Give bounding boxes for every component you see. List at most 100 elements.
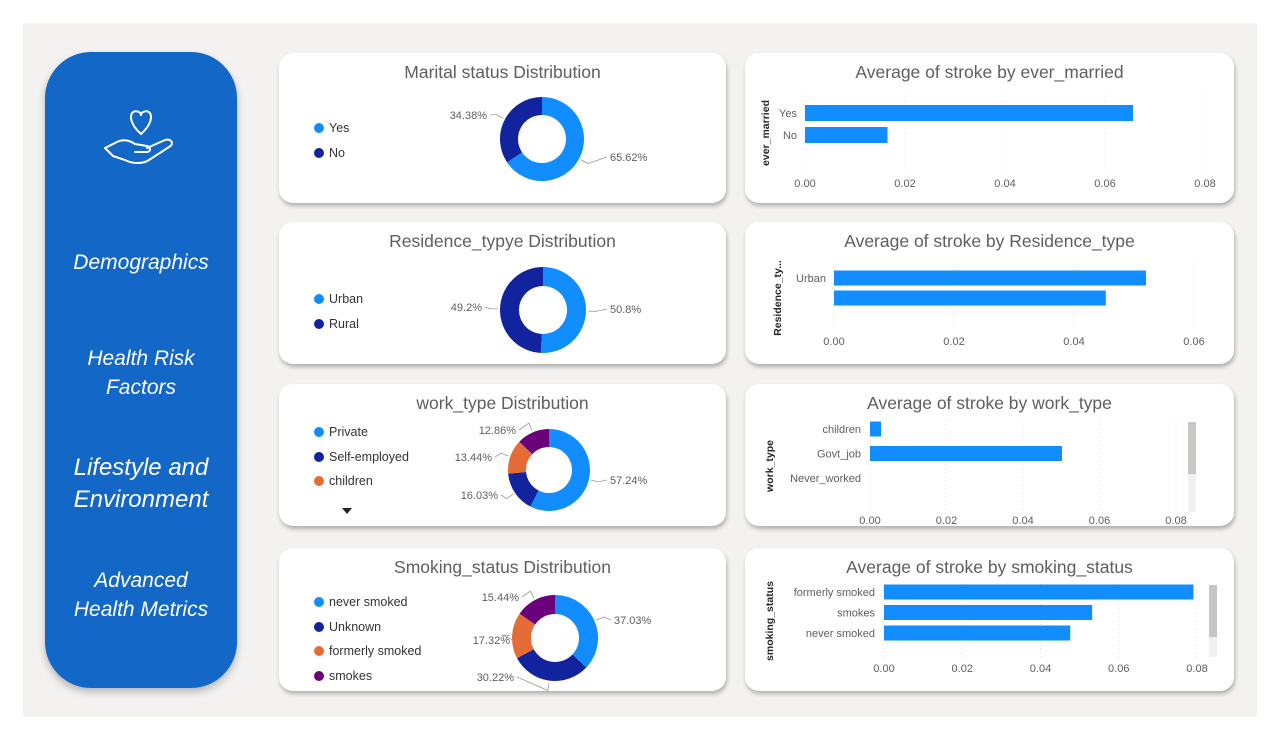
marital-donut-card[interactable]: Marital status Distribution Yes No 65.62…: [279, 53, 726, 203]
nav-demographics-label: Demographics: [73, 251, 209, 274]
x-tick-label: 0.00: [859, 515, 880, 526]
x-tick-label: 0.04: [1030, 663, 1051, 675]
smoking-donut-card[interactable]: Smoking_status Distribution never smoked…: [279, 548, 726, 692]
y-axis-title: work_type: [764, 440, 776, 493]
scroll-thumb[interactable]: [1188, 422, 1196, 474]
nav-lifestyle-environment[interactable]: Lifestyle and Environment: [45, 452, 237, 517]
nav-lifestyle-label-line1: Lifestyle and: [73, 454, 209, 481]
leader-line: [521, 590, 535, 599]
heart-in-hand-icon: [104, 110, 173, 164]
work-bar-scrollbar[interactable]: [1188, 422, 1196, 512]
nav-lifestyle-label-line2: Environment: [73, 486, 209, 514]
x-tick-label: 0.04: [1063, 336, 1084, 348]
residence-bar-chart: 0.00 0.02 0.04 0.06 Urban Residence_ty...: [772, 260, 1205, 348]
bar[interactable]: [884, 605, 1093, 620]
y-axis-title: smoking_status: [764, 581, 776, 661]
slice-data-label: 34.38%: [450, 110, 488, 122]
smoking-bar-chart: 0.00 0.02 0.04 0.06 0.08 formerly smoked smoke…: [764, 581, 1208, 675]
category-label: never smoked: [806, 628, 875, 640]
nav-advanced-label-line1: Advanced: [94, 569, 188, 592]
x-tick-label: 0.06: [1183, 336, 1204, 348]
category-label: smokes: [837, 608, 875, 620]
leader-line: [590, 479, 608, 483]
leader-line: [596, 616, 612, 621]
x-tick-label: 0.04: [994, 178, 1015, 190]
work-donut-card[interactable]: work_type Distribution Private Self-empl…: [279, 384, 726, 526]
x-tick-label: 0.00: [794, 178, 815, 190]
donut-slice[interactable]: [555, 595, 598, 668]
x-tick-label: 0.06: [1108, 663, 1129, 675]
category-label: formerly smoked: [794, 587, 875, 599]
category-label: No: [783, 130, 797, 142]
x-tick-label: 0.06: [1094, 178, 1115, 190]
work-bar-card[interactable]: Average of stroke by work_type 0.00 0.02 0…: [745, 384, 1234, 526]
smoking-bar-card[interactable]: Average of stroke by smoking_status 0.00…: [745, 548, 1234, 691]
y-axis-title: ever_married: [760, 100, 772, 166]
nav-health-risk-factors[interactable]: Health Risk Factors: [45, 344, 237, 403]
bar[interactable]: [805, 105, 1133, 121]
leader-line: [494, 452, 509, 458]
work-bar-chart: 0.00 0.02 0.04 0.06 0.08 children Govt_job Neve…: [764, 420, 1187, 526]
bar[interactable]: [870, 446, 1063, 461]
x-tick-label: 0.00: [873, 663, 894, 675]
smoking-bar-scrollbar[interactable]: [1209, 585, 1217, 657]
leader-line: [580, 156, 608, 164]
x-tick-label: 0.02: [936, 515, 957, 526]
y-axis-title: Residence_ty...: [772, 260, 784, 336]
x-tick-label: 0.00: [823, 336, 844, 348]
bar[interactable]: [834, 290, 1106, 306]
slice-data-label: 16.03%: [461, 490, 499, 502]
bar[interactable]: [884, 584, 1194, 600]
slice-data-label: 30.22%: [477, 672, 515, 684]
category-label: Urban: [796, 273, 826, 285]
bar[interactable]: [884, 625, 1071, 641]
category-label: Govt_job: [817, 449, 861, 461]
slice-data-label: 49.2%: [451, 302, 482, 314]
nav-demographics[interactable]: Demographics: [45, 248, 237, 277]
residence-bar-card[interactable]: Average of stroke by Residence_type 0.00…: [745, 222, 1234, 364]
slice-data-label: 37.03%: [614, 615, 652, 627]
x-tick-label: 0.04: [1012, 515, 1033, 526]
x-tick-label: 0.08: [1194, 178, 1215, 190]
nav-health-label-line1: Health Risk: [87, 347, 195, 370]
leader-line: [518, 422, 533, 431]
slice-data-label: 17.32%: [473, 635, 511, 647]
slice-data-label: 50.8%: [610, 304, 641, 316]
leader-line: [500, 493, 514, 500]
scroll-thumb[interactable]: [1209, 585, 1217, 637]
work-donut-chart: 57.24% 16.03% 13.44% 12.86%: [455, 422, 648, 511]
category-label: Never_worked: [790, 473, 861, 485]
category-label: Yes: [779, 108, 797, 120]
donut-slice[interactable]: [540, 267, 586, 353]
nav-advanced-label-line2: Health Metrics: [73, 598, 209, 622]
married-bar-chart: 0.00 0.02 0.04 0.06 0.08 Yes No ever_married: [760, 93, 1216, 190]
leader-line: [489, 114, 504, 119]
x-tick-label: 0.02: [952, 663, 973, 675]
bar[interactable]: [870, 421, 882, 437]
bar[interactable]: [834, 270, 1146, 286]
smoking-donut-chart: 37.03% 30.22% 17.32% 15.44%: [473, 590, 652, 692]
slice-data-label: 65.62%: [610, 152, 648, 164]
bar[interactable]: [805, 127, 888, 143]
slice-data-label: 15.44%: [482, 592, 520, 604]
donut-slice[interactable]: [500, 97, 542, 163]
category-label: children: [822, 424, 861, 436]
leader-line: [587, 308, 608, 312]
slice-data-label: 57.24%: [610, 475, 648, 487]
leader-line: [484, 306, 499, 310]
x-tick-label: 0.02: [894, 178, 915, 190]
married-bar-card[interactable]: Average of stroke by ever_married 0.00 0.…: [745, 53, 1234, 203]
x-tick-label: 0.08: [1165, 515, 1186, 526]
x-tick-label: 0.02: [943, 336, 964, 348]
sidebar-nav: Demographics Health Risk Factors Lifesty…: [45, 52, 237, 688]
slice-data-label: 12.86%: [479, 425, 517, 437]
donut-slice[interactable]: [499, 267, 543, 353]
residence-donut-card[interactable]: Residence_typye Distribution Urban Rural…: [279, 222, 726, 364]
residence-donut-chart: 50.8% 49.2%: [451, 267, 641, 353]
x-tick-label: 0.08: [1186, 663, 1207, 675]
x-tick-label: 0.06: [1089, 515, 1110, 526]
slice-data-label: 13.44%: [455, 452, 493, 464]
nav-advanced-health-metrics[interactable]: Advanced Health Metrics: [45, 566, 237, 625]
marital-donut-chart: 65.62% 34.38%: [450, 97, 648, 181]
nav-health-label-line2: Factors: [105, 376, 176, 400]
